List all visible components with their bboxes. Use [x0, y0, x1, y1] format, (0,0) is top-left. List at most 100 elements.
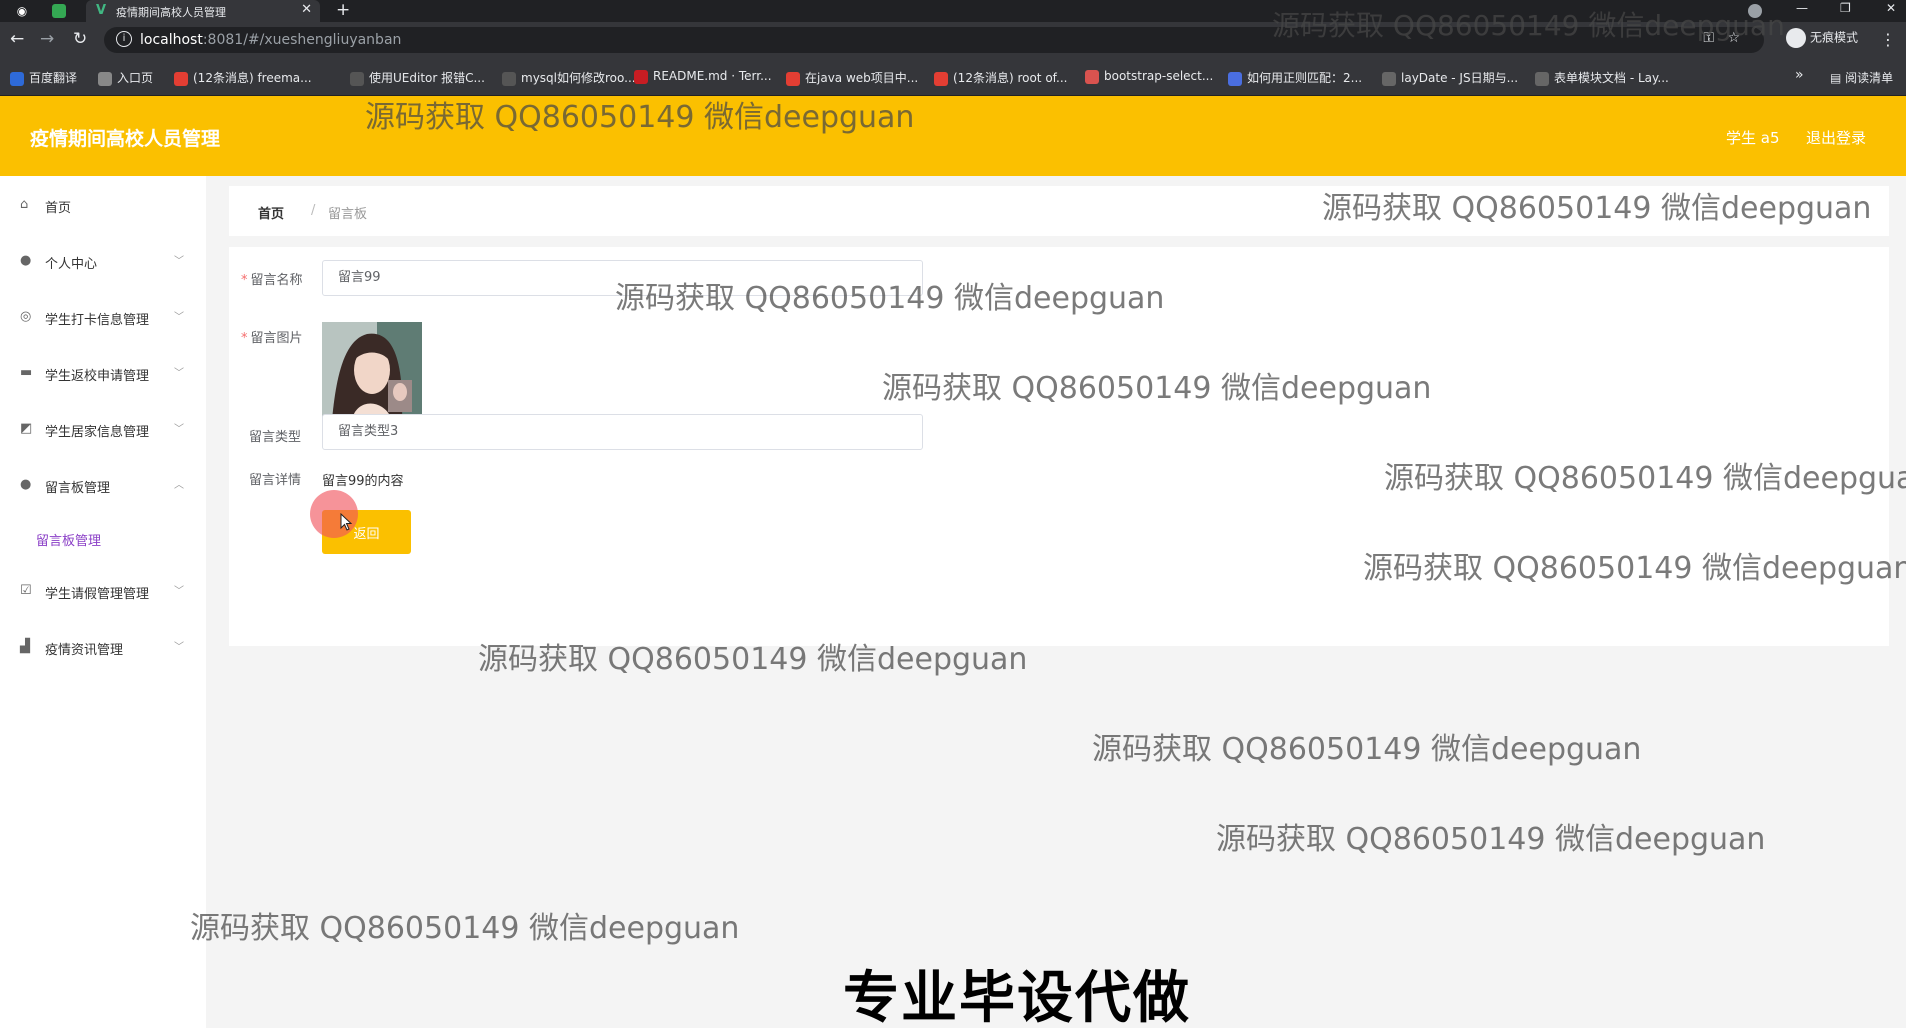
- site-info-icon[interactable]: i: [116, 31, 132, 47]
- bookmark-icon: [1228, 71, 1242, 86]
- bookmark-label: bootstrap-select...: [1104, 69, 1214, 83]
- bookmark-item[interactable]: 如何用正则匹配：2...: [1228, 69, 1362, 86]
- close-tab-icon[interactable]: ✕: [301, 2, 312, 17]
- name-label: * 留言名称: [241, 269, 303, 288]
- sidebar-subitem-label: 留言板管理: [36, 534, 102, 549]
- bookmark-label: (12条消息) root of...: [953, 71, 1068, 85]
- image-label-text: 留言图片: [250, 331, 303, 346]
- bookmark-item[interactable]: (12条消息) root of...: [934, 69, 1067, 86]
- doc-icon: [350, 71, 364, 86]
- globe-icon: [98, 71, 112, 86]
- breadcrumb-home[interactable]: 首页: [258, 203, 284, 222]
- forward-arrow-icon[interactable]: →: [40, 29, 54, 49]
- sidebar: ⌂ 首页 ● 个人中心 ﹀ ◎ 学生打卡信息管理 ﹀ ▬ 学生返校申请管理 ﹀ …: [0, 176, 206, 1028]
- bookmark-item[interactable]: mysql如何修改roo...: [502, 69, 636, 86]
- watermark: 源码获取 QQ86050149 微信deepguan: [882, 371, 1432, 406]
- reading-list[interactable]: ▤ 阅读清单: [1830, 69, 1893, 86]
- new-tab-icon[interactable]: +: [336, 0, 350, 20]
- sidebar-item-home[interactable]: ⌂ 首页: [0, 186, 206, 226]
- image-label: * 留言图片: [241, 327, 303, 346]
- layui-icon: [1535, 71, 1549, 86]
- bookmark-item[interactable]: 入口页: [98, 69, 153, 86]
- bookmark-item[interactable]: 使用UEditor 报错C...: [350, 69, 485, 86]
- bookmark-label: 如何用正则匹配：2...: [1247, 71, 1363, 85]
- pinned-tab-icon[interactable]: [52, 4, 66, 18]
- browser-logo-icon: ◉: [16, 4, 28, 18]
- bookmarks-overflow-icon[interactable]: »: [1795, 67, 1804, 83]
- chevron-down-icon: ﹀: [174, 256, 184, 267]
- url-text[interactable]: localhost:8081/#/xueshengliuyanban: [140, 32, 401, 48]
- sidebar-item-label: 疫情资讯管理: [45, 643, 124, 658]
- user-icon: ●: [20, 253, 32, 268]
- required-mark: *: [241, 331, 248, 346]
- reload-icon[interactable]: ↻: [73, 29, 87, 49]
- current-user: 学生 a5: [1726, 129, 1780, 147]
- bookmark-item[interactable]: layDate - JS日期与...: [1382, 69, 1518, 86]
- sidebar-item-label: 学生返校申请管理: [45, 369, 150, 384]
- bookmark-item[interactable]: (12条消息) freema...: [174, 69, 312, 86]
- tab-title: 疫情期间高校人员管理: [116, 6, 226, 19]
- bookmark-item[interactable]: 在java web项目中...: [786, 69, 918, 86]
- bookmark-item[interactable]: 表单模块文档 - Lay...: [1535, 69, 1669, 86]
- url-host: localhost: [140, 32, 203, 48]
- bookmark-icon: [1085, 69, 1099, 84]
- breadcrumb-separator: /: [311, 203, 316, 218]
- watermark: 源码获取 QQ86050149 微信deepguan: [190, 911, 740, 946]
- sidebar-item-news[interactable]: ▟ 疫情资讯管理 ﹀: [0, 628, 206, 668]
- sidebar-item-label: 个人中心: [45, 257, 98, 272]
- browser-tab-active[interactable]: V 疫情期间高校人员管理 ✕: [86, 0, 320, 22]
- chevron-up-icon: ︿: [174, 480, 184, 491]
- bookmark-label: 在java web项目中...: [805, 71, 919, 85]
- translate-icon: [10, 71, 24, 86]
- bookmark-item[interactable]: 百度翻译: [10, 69, 77, 86]
- bookmark-label: layDate - JS日期与...: [1401, 71, 1519, 85]
- watermark: 源码获取 QQ86050149 微信deepguan: [615, 281, 1165, 316]
- sidebar-item-return-application[interactable]: ▬ 学生返校申请管理 ﹀: [0, 354, 206, 394]
- chevron-down-icon: ﹀: [174, 642, 184, 653]
- watermark: 源码获取 QQ86050149 微信deepguan: [1384, 461, 1906, 496]
- watermark: 源码获取 QQ86050149 微信deepguan: [1092, 732, 1642, 767]
- sidebar-item-message-board[interactable]: ● 留言板管理 ︿: [0, 466, 206, 506]
- browser-menu-icon[interactable]: ⋮: [1880, 30, 1896, 49]
- sidebar-item-personal-center[interactable]: ● 个人中心 ﹀: [0, 242, 206, 282]
- sidebar-item-leave[interactable]: ☑ 学生请假管理管理 ﹀: [0, 572, 206, 612]
- url-path: :8081/#/xueshengliuyanban: [202, 32, 402, 48]
- incognito-indicator[interactable]: 无痕模式: [1786, 28, 1858, 48]
- bookmark-item[interactable]: bootstrap-select...: [1085, 69, 1213, 84]
- reading-list-label: 阅读清单: [1845, 71, 1894, 85]
- bulb-icon: ●: [20, 477, 32, 492]
- minimize-icon[interactable]: —: [1796, 1, 1808, 15]
- message-image[interactable]: [322, 322, 422, 420]
- back-arrow-icon[interactable]: ←: [10, 29, 24, 49]
- sidebar-item-label: 留言板管理: [45, 481, 111, 496]
- type-input[interactable]: 留言类型3: [322, 414, 923, 450]
- sidebar-item-label: 学生居家信息管理: [45, 425, 150, 440]
- watermark: 源码获取 QQ86050149 微信deepguan: [1272, 9, 1785, 42]
- bookmark-item[interactable]: README.md · Terr...: [634, 69, 772, 84]
- incognito-icon: [1786, 28, 1806, 48]
- bookmark-label: 使用UEditor 报错C...: [369, 71, 485, 85]
- bookmark-label: 表单模块文档 - Lay...: [1554, 71, 1669, 85]
- restore-icon[interactable]: ❐: [1840, 1, 1851, 15]
- chart-icon: ◩: [20, 421, 33, 436]
- layui-icon: [1382, 71, 1396, 86]
- portrait-thumbnail: [322, 322, 422, 420]
- sidebar-item-checkin[interactable]: ◎ 学生打卡信息管理 ﹀: [0, 298, 206, 338]
- clipboard-icon: ☑: [20, 583, 32, 598]
- chevron-down-icon: ﹀: [174, 586, 184, 597]
- watermark: 源码获取 QQ86050149 微信deepguan: [1216, 822, 1766, 857]
- csdn-icon: [786, 71, 800, 86]
- name-label-text: 留言名称: [250, 273, 303, 288]
- bookmarks-bar: 百度翻译 入口页 (12条消息) freema... 使用UEditor 报错C...…: [0, 58, 1906, 96]
- mouse-cursor-icon: [340, 513, 352, 531]
- briefcase-icon: ▬: [20, 365, 33, 380]
- bookmark-label: 入口页: [117, 71, 154, 85]
- bookmark-label: 百度翻译: [29, 71, 78, 85]
- app-title: 疫情期间高校人员管理: [30, 128, 221, 150]
- sidebar-item-home-info[interactable]: ◩ 学生居家信息管理 ﹀: [0, 410, 206, 450]
- home-icon: ⌂: [20, 197, 29, 212]
- logout-link[interactable]: 退出登录: [1806, 127, 1866, 148]
- window-close-icon[interactable]: ✕: [1886, 1, 1896, 15]
- sidebar-subitem-message-board[interactable]: 留言板管理: [0, 518, 206, 558]
- type-label: 留言类型: [249, 430, 302, 445]
